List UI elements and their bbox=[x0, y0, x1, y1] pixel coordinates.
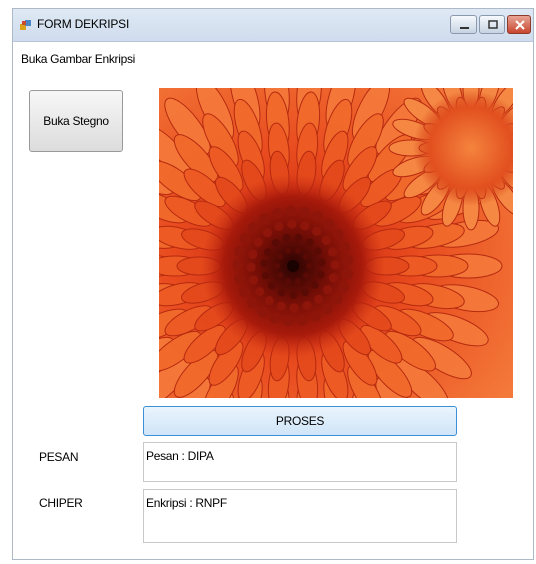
pesan-label: PESAN bbox=[39, 450, 79, 464]
pesan-text: Pesan : DIPA bbox=[146, 449, 214, 463]
open-stegno-button[interactable]: Buka Stegno bbox=[29, 90, 123, 152]
maximize-icon bbox=[488, 20, 498, 29]
chiper-textbox[interactable]: Enkripsi : RNPF bbox=[143, 489, 457, 543]
minimize-icon bbox=[460, 27, 469, 29]
chiper-label: CHIPER bbox=[39, 496, 83, 510]
minimize-button[interactable] bbox=[450, 15, 477, 34]
window-title: FORM DEKRIPSI bbox=[37, 17, 130, 31]
app-icon bbox=[20, 20, 31, 30]
image-preview bbox=[159, 88, 513, 398]
proses-button[interactable]: PROSES bbox=[143, 406, 457, 436]
chiper-text: Enkripsi : RNPF bbox=[146, 496, 227, 510]
close-button[interactable] bbox=[507, 15, 531, 34]
maximize-button[interactable] bbox=[479, 15, 505, 34]
title-bar[interactable]: FORM DEKRIPSI bbox=[13, 9, 533, 42]
flower-image bbox=[159, 88, 513, 398]
form-client-area: Buka Gambar Enkripsi Buka Stegno PROSES … bbox=[13, 42, 533, 559]
form-dekripsi-window: FORM DEKRIPSI Buka Gambar Enkripsi Buka … bbox=[12, 8, 534, 560]
close-icon bbox=[515, 20, 525, 30]
open-image-label: Buka Gambar Enkripsi bbox=[21, 52, 136, 66]
open-stegno-button-label: Buka Stegno bbox=[43, 114, 109, 128]
proses-button-label: PROSES bbox=[275, 414, 325, 428]
pesan-textbox[interactable]: Pesan : DIPA bbox=[143, 442, 457, 482]
